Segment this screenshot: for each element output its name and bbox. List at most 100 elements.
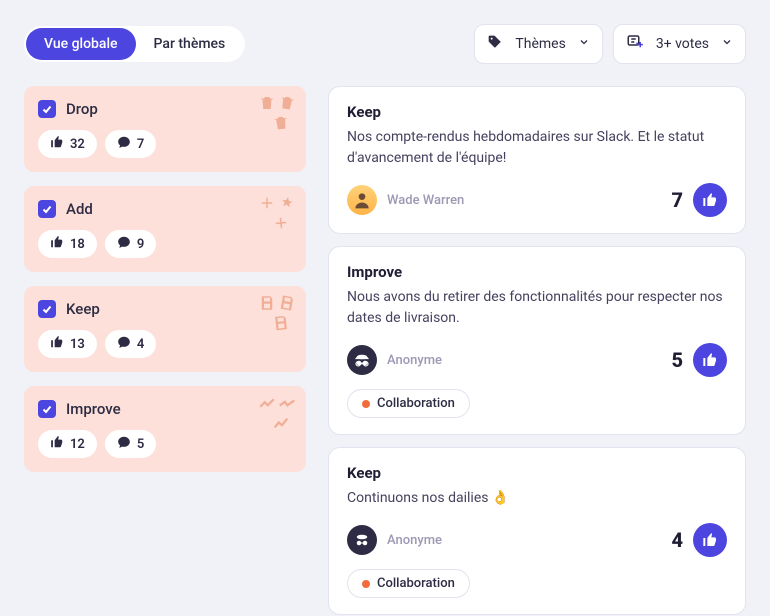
category-stats: 18 9 [38, 230, 292, 258]
tab-global-view[interactable]: Vue globale [26, 28, 136, 60]
view-tabs: Vue globale Par thèmes [24, 26, 245, 62]
tab-themes-label: Par thèmes [154, 36, 226, 52]
category-checkbox[interactable] [38, 400, 56, 418]
comments-pill[interactable]: 4 [105, 330, 156, 358]
category-keep[interactable]: Keep 13 4 [24, 286, 306, 372]
plus-icon [244, 194, 296, 232]
likes-pill[interactable]: 12 [38, 430, 97, 458]
comments-count: 5 [137, 437, 144, 452]
category-stats: 13 4 [38, 330, 292, 358]
comment-icon [117, 135, 131, 153]
category-stats: 32 7 [38, 130, 292, 158]
chevron-down-icon [721, 36, 733, 52]
card-author: Anonyme [347, 525, 442, 555]
tab-global-label: Vue globale [44, 36, 118, 52]
card-votes: 7 [671, 183, 727, 217]
card-votes: 4 [671, 523, 727, 557]
avatar-anonymous [347, 345, 377, 375]
votes-filter-icon [626, 33, 644, 55]
likes-count: 32 [70, 137, 85, 152]
category-checkbox[interactable] [38, 200, 56, 218]
trash-icon [244, 94, 296, 132]
comment-icon [117, 435, 131, 453]
author-name: Wade Warren [387, 193, 464, 208]
likes-count: 12 [70, 437, 85, 452]
thumb-up-icon [50, 335, 64, 353]
card-tags: Collaboration [347, 389, 727, 418]
comment-icon [117, 335, 131, 353]
category-name: Add [66, 200, 93, 218]
comment-icon [117, 235, 131, 253]
author-name: Anonyme [387, 353, 442, 368]
tab-by-themes[interactable]: Par thèmes [136, 28, 244, 60]
card-title: Keep [347, 103, 727, 121]
category-name: Keep [66, 300, 100, 318]
tag-collaboration[interactable]: Collaboration [347, 389, 470, 418]
comments-pill[interactable]: 7 [105, 130, 156, 158]
save-icon [244, 294, 296, 332]
topbar: Vue globale Par thèmes Thèmes 3+ vote [24, 24, 746, 64]
likes-pill[interactable]: 13 [38, 330, 97, 358]
thumb-up-icon [50, 235, 64, 253]
likes-count: 18 [70, 237, 85, 252]
tag-label: Collaboration [377, 396, 455, 411]
tag-dot-icon [362, 580, 370, 588]
tag-icon [487, 34, 503, 54]
feedback-card[interactable]: Keep Continuons nos dailies 👌 Anonyme 4 [328, 447, 746, 615]
card-body: Nous avons du retirer des fonctionnalité… [347, 287, 727, 329]
vote-count: 4 [671, 528, 683, 552]
card-tags: Collaboration [347, 569, 727, 598]
votes-dropdown-label: 3+ votes [656, 36, 709, 52]
card-footer: Anonyme 5 [347, 343, 727, 377]
card-list: Keep Nos compte-rendus hebdomadaires sur… [328, 86, 746, 615]
comments-pill[interactable]: 9 [105, 230, 156, 258]
avatar [347, 185, 377, 215]
avatar-anonymous [347, 525, 377, 555]
category-name: Drop [66, 100, 98, 118]
category-name: Improve [66, 400, 121, 418]
card-body: Continuons nos dailies 👌 [347, 488, 727, 509]
chevron-down-icon [578, 36, 590, 52]
card-footer: Wade Warren 7 [347, 183, 727, 217]
comments-count: 4 [137, 337, 144, 352]
author-name: Anonyme [387, 533, 442, 548]
votes-dropdown[interactable]: 3+ votes [613, 24, 746, 64]
tag-label: Collaboration [377, 576, 455, 591]
card-title: Improve [347, 263, 727, 281]
thumb-up-icon [50, 135, 64, 153]
trend-icon [244, 394, 296, 432]
themes-dropdown[interactable]: Thèmes [474, 24, 602, 64]
comments-pill[interactable]: 5 [105, 430, 156, 458]
likes-count: 13 [70, 337, 85, 352]
upvote-button[interactable] [693, 343, 727, 377]
feedback-card[interactable]: Improve Nous avons du retirer des foncti… [328, 246, 746, 435]
likes-pill[interactable]: 32 [38, 130, 97, 158]
content: Drop 32 7 [24, 86, 746, 615]
thumb-up-icon [50, 435, 64, 453]
category-drop[interactable]: Drop 32 7 [24, 86, 306, 172]
filters: Thèmes 3+ votes [474, 24, 746, 64]
tag-dot-icon [362, 400, 370, 408]
card-footer: Anonyme 4 [347, 523, 727, 557]
upvote-button[interactable] [693, 183, 727, 217]
vote-count: 7 [671, 188, 683, 212]
themes-dropdown-label: Thèmes [515, 36, 565, 52]
comments-count: 9 [137, 237, 144, 252]
category-add[interactable]: Add 18 9 [24, 186, 306, 272]
category-stats: 12 5 [38, 430, 292, 458]
category-checkbox[interactable] [38, 300, 56, 318]
vote-count: 5 [671, 348, 683, 372]
category-checkbox[interactable] [38, 100, 56, 118]
tag-collaboration[interactable]: Collaboration [347, 569, 470, 598]
card-title: Keep [347, 464, 727, 482]
likes-pill[interactable]: 18 [38, 230, 97, 258]
card-author: Anonyme [347, 345, 442, 375]
card-body: Nos compte-rendus hebdomadaires sur Slac… [347, 127, 727, 169]
card-author: Wade Warren [347, 185, 464, 215]
feedback-card[interactable]: Keep Nos compte-rendus hebdomadaires sur… [328, 86, 746, 234]
comments-count: 7 [137, 137, 144, 152]
category-list: Drop 32 7 [24, 86, 306, 615]
card-votes: 5 [671, 343, 727, 377]
category-improve[interactable]: Improve 12 5 [24, 386, 306, 472]
upvote-button[interactable] [693, 523, 727, 557]
